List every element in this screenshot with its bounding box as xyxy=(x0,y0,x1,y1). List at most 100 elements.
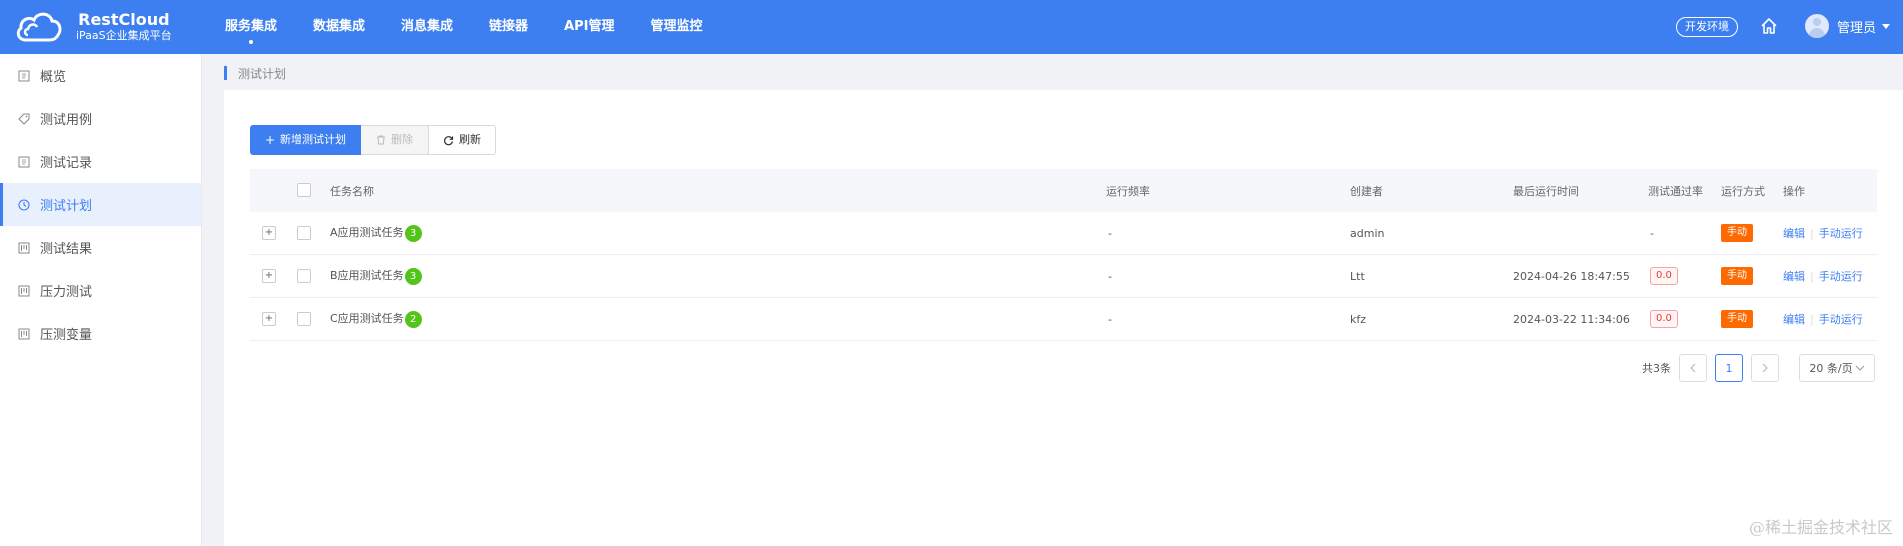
pagination: 共3条 1 20 条/页 xyxy=(1642,354,1875,382)
add-test-plan-button[interactable]: + 新增测试计划 xyxy=(250,125,361,155)
col-ops: 操作 xyxy=(1783,184,1805,198)
nav-monitoring[interactable]: 管理监控 xyxy=(651,0,703,54)
sidebar-item-label: 测试记录 xyxy=(40,156,93,171)
record-icon xyxy=(18,156,30,167)
delete-label: 删除 xyxy=(391,133,413,146)
sidebar-item-label: 测试计划 xyxy=(40,199,93,214)
case-count-badge: 3 xyxy=(404,224,422,242)
col-name: 任务名称 xyxy=(330,184,374,198)
overview-icon xyxy=(18,70,30,81)
row-checkbox[interactable] xyxy=(297,226,311,240)
user-menu[interactable]: 管理员 xyxy=(1805,14,1891,38)
nav-message-integration[interactable]: 消息集成 xyxy=(401,0,453,54)
mode-badge: 手动 xyxy=(1721,310,1753,328)
pass-rate-cell: 0.0 xyxy=(1650,267,1678,285)
row-checkbox[interactable] xyxy=(297,269,311,283)
nav-api-management[interactable]: API管理 xyxy=(564,0,614,54)
nav-service-integration[interactable]: 服务集成 xyxy=(225,0,277,54)
breadcrumb-indicator xyxy=(224,66,227,80)
col-last-run: 最后运行时间 xyxy=(1513,184,1579,198)
delete-button[interactable]: 删除 xyxy=(361,125,429,155)
tag-icon xyxy=(18,113,30,125)
ops-cell: 编辑 | 手动运行 xyxy=(1783,268,1863,284)
sidebar-item-label: 测试结果 xyxy=(40,242,93,257)
table-row: + A应用测试任务 3 - admin - 手动 编辑 | 手动运行 xyxy=(250,212,1877,255)
page-number-button[interactable]: 1 xyxy=(1715,354,1743,382)
manual-run-link[interactable]: 手动运行 xyxy=(1819,270,1863,283)
op-divider: | xyxy=(1810,313,1814,326)
refresh-icon xyxy=(444,135,454,145)
expand-row-button[interactable]: + xyxy=(262,226,276,240)
logo-title: RestCloud xyxy=(78,9,170,29)
expand-row-button[interactable]: + xyxy=(262,269,276,283)
watermark: @稀土掘金技术社区 xyxy=(1748,518,1893,537)
mode-label: 手动 xyxy=(1721,224,1753,242)
task-name: B应用测试任务 xyxy=(330,269,404,283)
breadcrumb-current: 测试计划 xyxy=(238,67,287,81)
refresh-label: 刷新 xyxy=(459,133,481,146)
creator-cell: admin xyxy=(1350,226,1385,240)
chevron-left-icon xyxy=(1690,363,1696,373)
select-all-checkbox[interactable] xyxy=(297,183,311,197)
sidebar-item-test-records[interactable]: 测试记录 xyxy=(0,140,201,183)
creator-cell: kfz xyxy=(1350,312,1367,326)
col-pass-rate: 测试通过率 xyxy=(1648,184,1703,198)
op-divider: | xyxy=(1810,270,1814,283)
ops-cell: 编辑 | 手动运行 xyxy=(1783,311,1863,327)
prev-page-button[interactable] xyxy=(1679,354,1707,382)
logo[interactable]: RestCloud iPaaS企业集成平台 xyxy=(14,8,172,44)
edit-link[interactable]: 编辑 xyxy=(1783,270,1805,283)
manual-run-link[interactable]: 手动运行 xyxy=(1819,227,1863,240)
sidebar-item-label: 测试用例 xyxy=(40,113,93,128)
col-mode: 运行方式 xyxy=(1721,184,1765,198)
sidebar-item-test-results[interactable]: 测试结果 xyxy=(0,226,201,269)
case-count-badge: 2 xyxy=(404,310,422,328)
top-header: RestCloud iPaaS企业集成平台 服务集成 数据集成 消息集成 链接器… xyxy=(0,0,1903,54)
frequency-cell: - xyxy=(1108,226,1112,240)
frequency-cell: - xyxy=(1108,269,1112,283)
home-icon[interactable] xyxy=(1760,17,1778,35)
edit-link[interactable]: 编辑 xyxy=(1783,227,1805,240)
chevron-down-icon xyxy=(1855,365,1864,371)
col-creator: 创建者 xyxy=(1350,184,1383,198)
page-size-value: 20 条/页 xyxy=(1809,362,1853,375)
pass-rate-badge: 0.0 xyxy=(1650,267,1678,285)
nav-connector[interactable]: 链接器 xyxy=(489,0,528,54)
manual-run-link[interactable]: 手动运行 xyxy=(1819,313,1863,326)
sidebar-item-overview[interactable]: 概览 xyxy=(0,54,201,97)
main-nav: 服务集成 数据集成 消息集成 链接器 API管理 管理监控 xyxy=(225,0,739,54)
plus-icon: + xyxy=(264,133,276,147)
sidebar: 概览 测试用例 测试记录 测试计划 测试结果 压力测试 压测变量 xyxy=(0,54,202,546)
sidebar-item-test-plan[interactable]: 测试计划 xyxy=(0,183,201,226)
sidebar-item-label: 概览 xyxy=(40,70,67,85)
sidebar-item-test-cases[interactable]: 测试用例 xyxy=(0,97,201,140)
caret-down-icon xyxy=(1882,23,1891,29)
test-plan-table: 任务名称 运行频率 创建者 最后运行时间 测试通过率 运行方式 操作 + A应用… xyxy=(250,169,1877,341)
last-run-cell: 2024-03-22 11:34:06 xyxy=(1513,312,1630,326)
pass-rate-cell: - xyxy=(1650,226,1654,240)
nav-data-integration[interactable]: 数据集成 xyxy=(313,0,365,54)
expand-row-button[interactable]: + xyxy=(262,312,276,326)
sidebar-item-stress-variables[interactable]: 压测变量 xyxy=(0,312,201,355)
case-count-badge: 3 xyxy=(404,267,422,285)
logo-subtitle: iPaaS企业集成平台 xyxy=(76,29,172,42)
trash-icon xyxy=(377,135,385,145)
sidebar-item-stress-test[interactable]: 压力测试 xyxy=(0,269,201,312)
table-row: + B应用测试任务 3 - Ltt 2024-04-26 18:47:55 0.0… xyxy=(250,255,1877,298)
mode-badge: 手动 xyxy=(1721,267,1753,285)
row-checkbox[interactable] xyxy=(297,312,311,326)
main-content: + 新增测试计划 删除 刷新 任务名称 运行频率 创建者 最后运行时间 测试通过… xyxy=(224,90,1903,546)
edit-link[interactable]: 编辑 xyxy=(1783,313,1805,326)
clock-icon xyxy=(18,198,30,211)
pass-rate-cell: 0.0 xyxy=(1650,310,1678,328)
next-page-button[interactable] xyxy=(1751,354,1779,382)
env-badge[interactable]: 开发环境 xyxy=(1676,17,1738,37)
breadcrumb: 测试计划 xyxy=(202,54,1903,90)
sidebar-item-label: 压力测试 xyxy=(40,285,93,300)
result-icon xyxy=(18,242,30,253)
page-size-select[interactable]: 20 条/页 xyxy=(1799,354,1875,382)
refresh-button[interactable]: 刷新 xyxy=(429,125,496,155)
stress-icon xyxy=(18,285,30,296)
task-name: C应用测试任务 xyxy=(330,312,404,326)
cloud-logo-icon xyxy=(16,12,62,42)
